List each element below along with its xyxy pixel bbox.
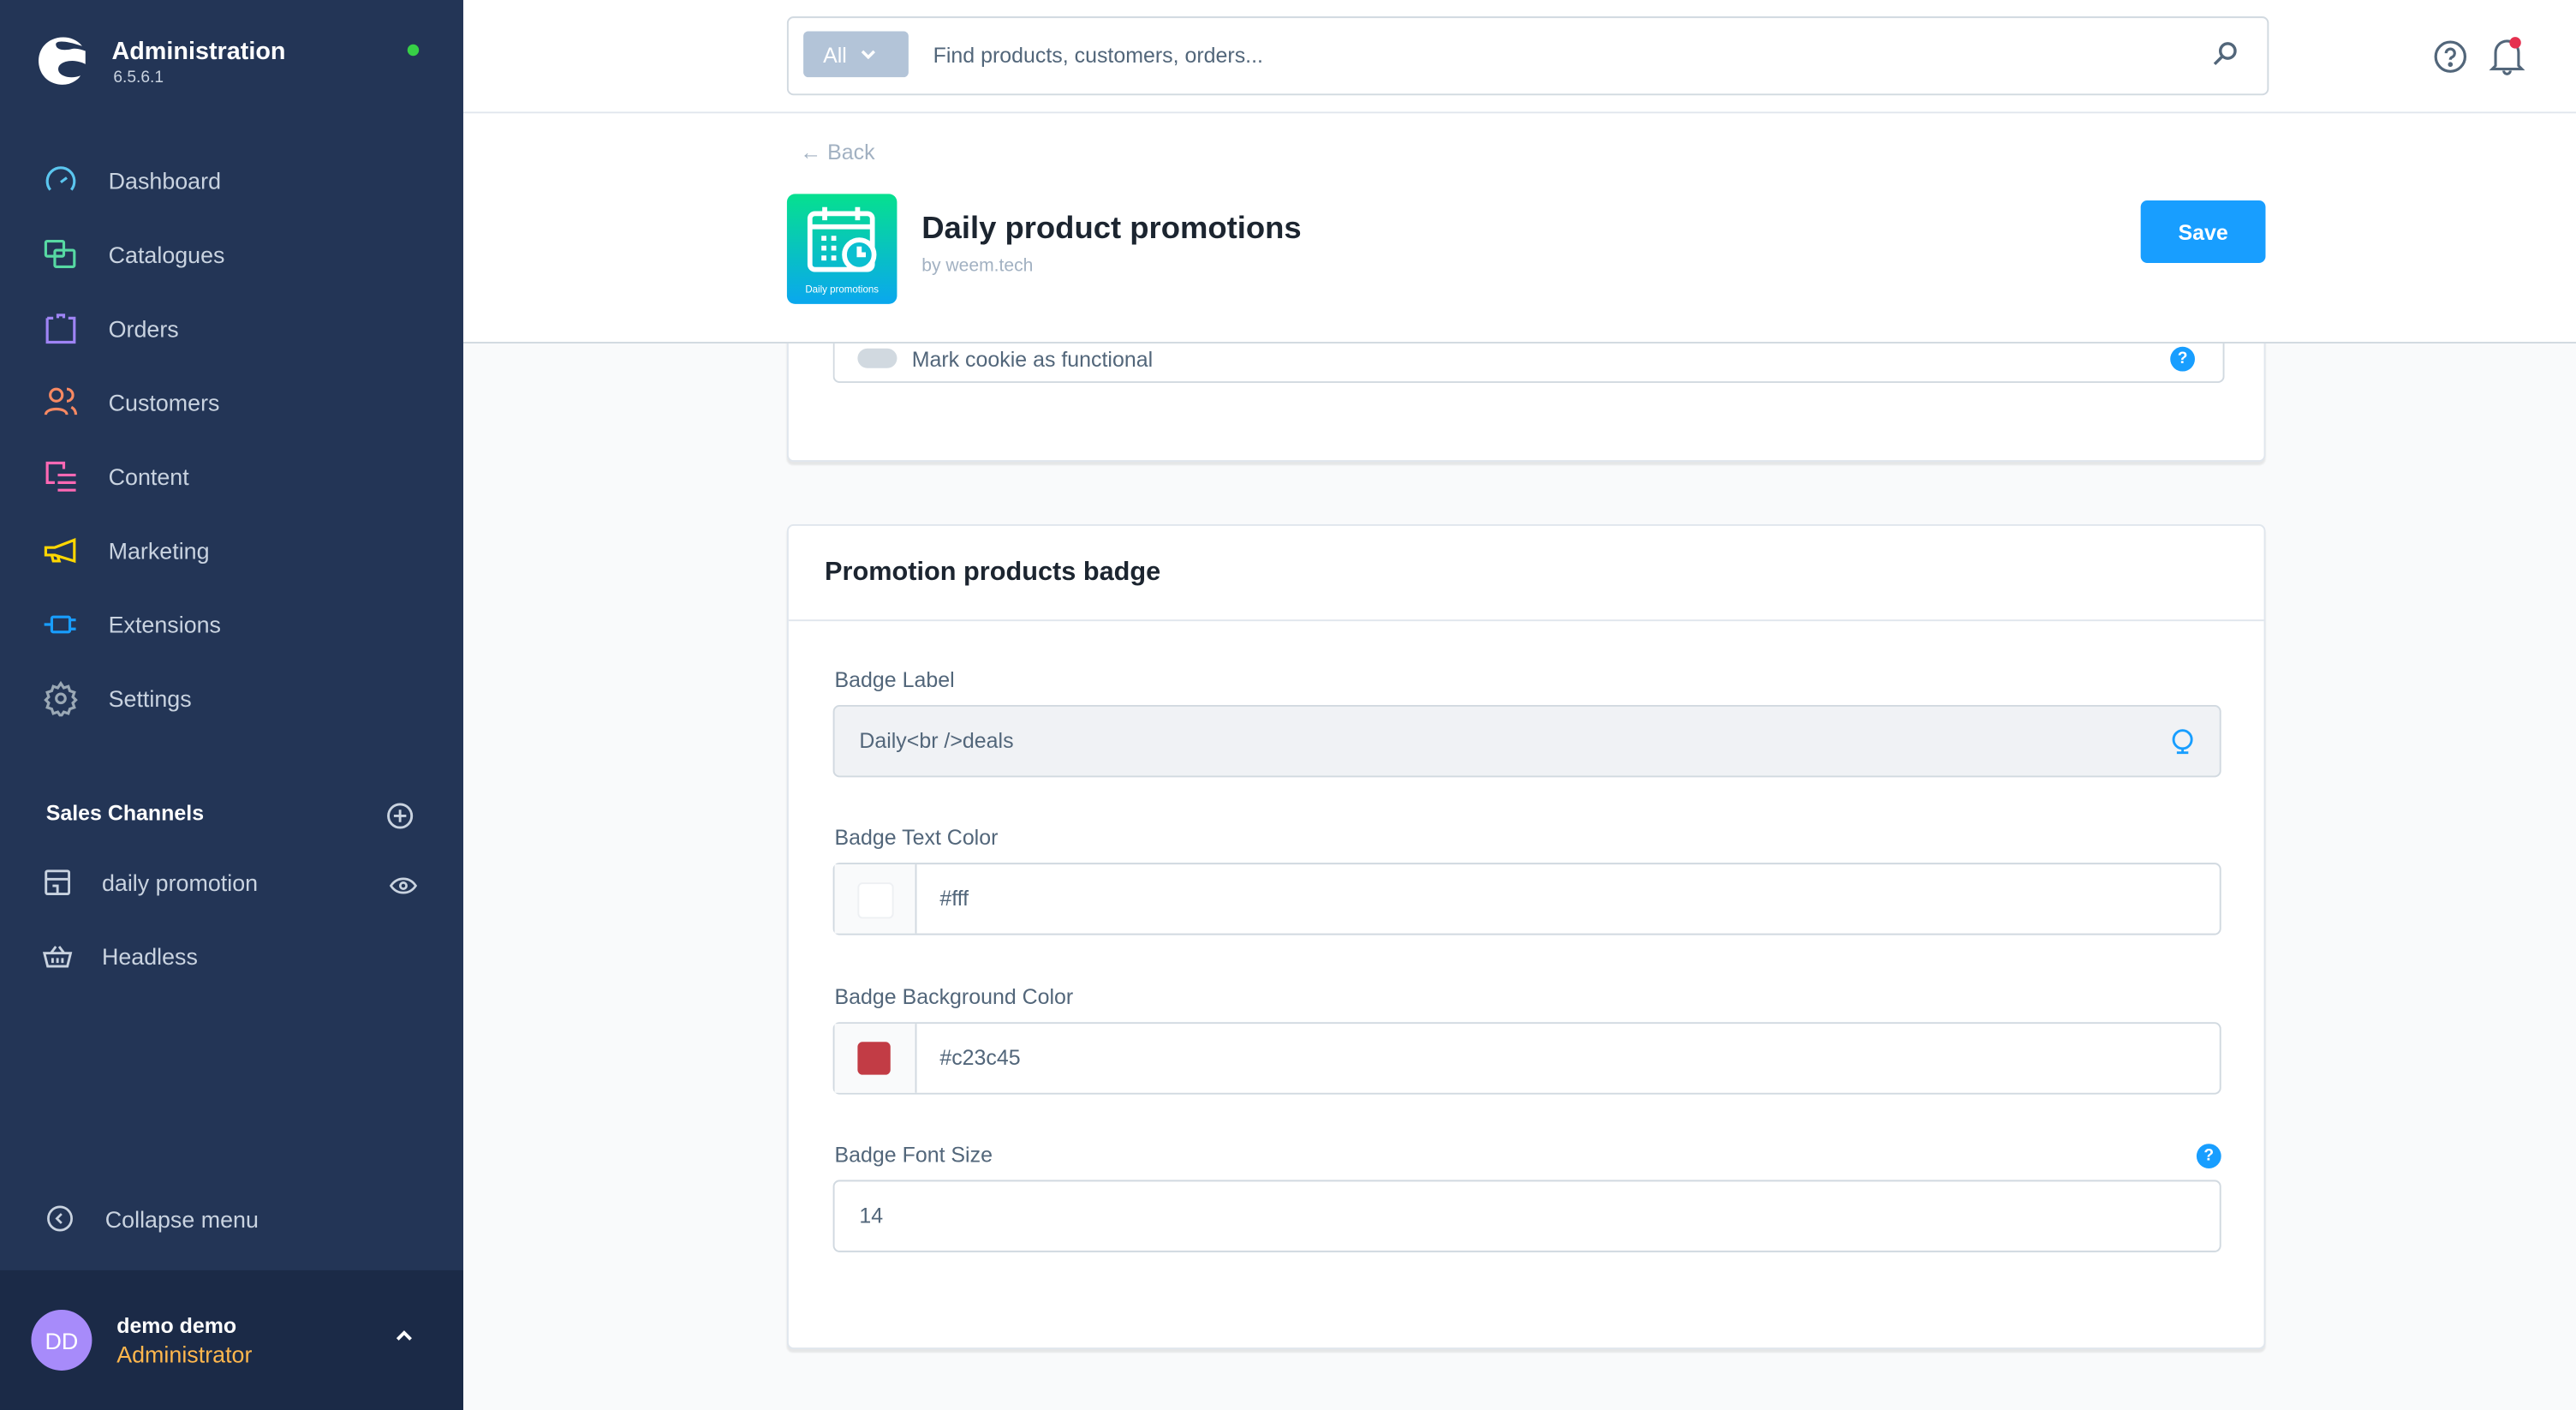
divider [788, 619, 2264, 622]
field-value: 14 [859, 1203, 884, 1228]
badge-bg-color-field[interactable]: #c23c45 [832, 1022, 2221, 1095]
badge-settings-card: Promotion products badge Badge Label Dai… [786, 523, 2266, 1350]
save-button[interactable]: Save [2140, 200, 2266, 263]
nav-content[interactable]: Content [43, 457, 189, 496]
nav-label: Extensions [108, 611, 221, 638]
settings-icon [44, 680, 78, 717]
globe-icon [2172, 729, 2193, 755]
nav-label: Catalogues [108, 242, 225, 268]
chevron-down-icon [862, 50, 876, 60]
nav-customers[interactable]: Customers [43, 383, 220, 422]
badge-bg-color-label: Badge Background Color [834, 984, 1074, 1009]
sidebar: Administration 6.5.6.1 Dashboard Catalog… [0, 0, 463, 1410]
color-swatch[interactable] [857, 882, 894, 919]
bell-icon[interactable] [2489, 36, 2525, 75]
help-icon[interactable] [2433, 39, 2467, 74]
app-author: by weem.tech [921, 256, 1034, 277]
page-header: ← Back Daily promotions Daily product pr… [462, 113, 2576, 344]
cookie-toggle-row: Mark cookie as functional ? [832, 343, 2225, 383]
functional-cookie-toggle[interactable] [857, 348, 897, 368]
sales-channel-daily-promotion[interactable]: daily promotion [43, 868, 258, 898]
nav-marketing[interactable]: Marketing [43, 531, 210, 571]
user-name: demo demo [116, 1312, 237, 1338]
badge-font-size-label: Badge Font Size [834, 1142, 993, 1168]
nav-label: Marketing [108, 537, 210, 565]
chevron-up-icon[interactable] [394, 1329, 414, 1342]
nav-label: Dashboard [108, 167, 222, 194]
back-label: Back [827, 140, 875, 164]
badge-font-size-field[interactable]: 14 [832, 1180, 2221, 1252]
content-icon [45, 461, 76, 492]
color-preview [834, 864, 917, 934]
nav-label: Orders [108, 315, 179, 343]
avatar: DD [31, 1309, 92, 1371]
app-icon-label: Daily promotions [805, 285, 880, 296]
card-title: Promotion products badge [825, 559, 1161, 587]
app-icon: Daily promotions [786, 194, 897, 304]
customers-icon [44, 387, 78, 415]
status-indicator [407, 44, 420, 57]
extensions-icon [44, 615, 76, 634]
nav-label: Settings [108, 684, 192, 712]
sales-channels-heading: Sales Channels [45, 800, 205, 826]
page-title: Daily product promotions [921, 212, 1302, 247]
global-search: All [786, 16, 2269, 96]
nav-label: Content [108, 463, 189, 490]
search-icon[interactable] [2211, 41, 2238, 68]
badge-label-field[interactable]: Daily<br />deals [832, 704, 2221, 778]
back-link[interactable]: ← Back [800, 140, 874, 164]
search-type-select[interactable]: All [803, 31, 909, 78]
color-swatch[interactable] [857, 1042, 891, 1075]
chevron-left-circle-icon [47, 1205, 73, 1232]
help-icon[interactable]: ? [2196, 1144, 2221, 1168]
search-input[interactable] [929, 40, 2185, 69]
color-preview [834, 1024, 917, 1093]
dashboard-icon [45, 166, 76, 191]
field-value: Daily<br />deals [859, 727, 1014, 753]
user-menu[interactable]: DD demo demo Administrator [0, 1270, 463, 1410]
orders-icon [45, 314, 76, 344]
nav-extensions[interactable]: Extensions [43, 605, 221, 644]
sales-channel-label: Headless [101, 943, 198, 970]
eye-icon[interactable] [389, 876, 418, 896]
basket-icon [42, 946, 73, 968]
nav-orders[interactable]: Orders [43, 309, 179, 349]
user-role: Administrator [116, 1341, 253, 1368]
field-value: #c23c45 [939, 1045, 1021, 1070]
add-sales-channel-icon[interactable] [386, 802, 414, 830]
collapse-label: Collapse menu [104, 1205, 259, 1232]
toggle-label: Mark cookie as functional [911, 346, 1154, 372]
app-title: Administration [111, 38, 286, 66]
shopware-logo[interactable] [33, 33, 88, 88]
app-version: 6.5.6.1 [113, 69, 164, 87]
nav-settings[interactable]: Settings [43, 678, 192, 718]
catalogues-icon [44, 239, 76, 269]
badge-text-color-label: Badge Text Color [834, 825, 999, 850]
nav-dashboard[interactable]: Dashboard [43, 161, 221, 200]
sales-channel-headless[interactable]: Headless [42, 941, 198, 971]
field-value: #fff [939, 886, 969, 911]
storefront-icon [45, 869, 71, 896]
calendar-clock-icon [807, 206, 877, 272]
marketing-icon [44, 538, 76, 564]
nav-catalogues[interactable]: Catalogues [43, 235, 225, 274]
search-type-value: All [823, 41, 847, 67]
badge-text-color-field[interactable]: #fff [832, 863, 2221, 935]
nav-label: Customers [108, 389, 220, 416]
help-icon[interactable]: ? [2170, 346, 2195, 372]
badge-label-label: Badge Label [834, 666, 955, 692]
top-bar: All [462, 0, 2576, 114]
collapse-menu-button[interactable]: Collapse menu [46, 1204, 259, 1233]
sales-channel-label: daily promotion [101, 869, 259, 896]
